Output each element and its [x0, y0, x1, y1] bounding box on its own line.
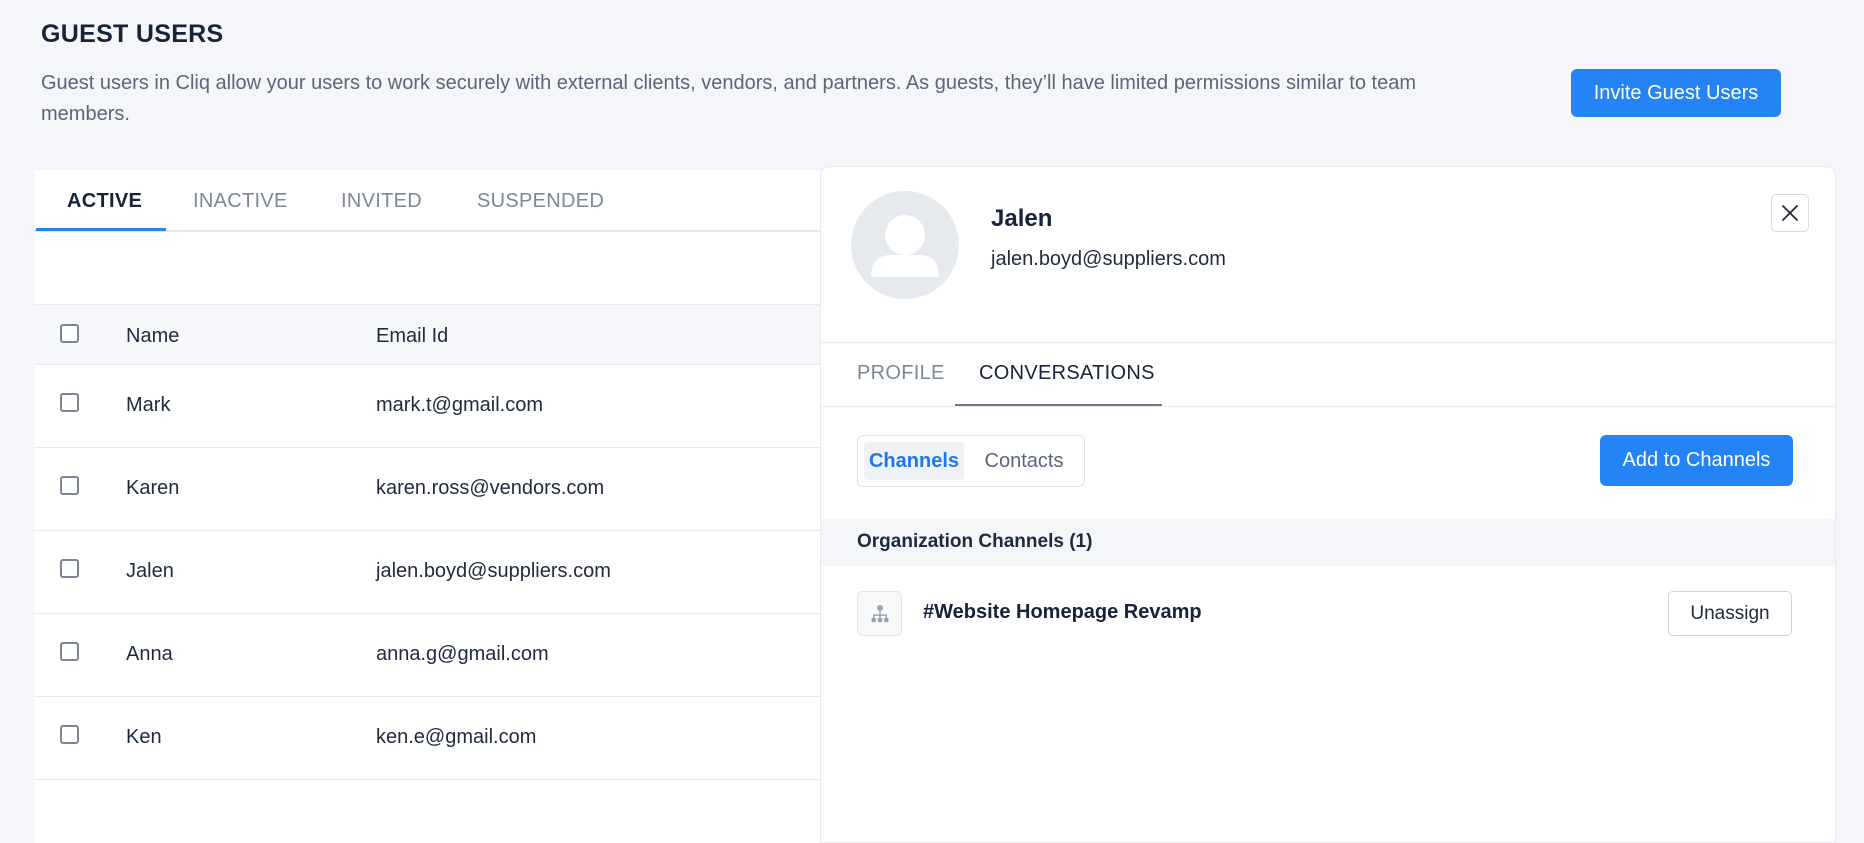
table-row[interactable]: Karen karen.ross@vendors.com	[34, 449, 820, 531]
segment-contacts[interactable]: Contacts	[970, 442, 1078, 480]
row-name: Jalen	[126, 560, 174, 582]
conversation-type-toggle: Channels Contacts	[857, 435, 1085, 487]
row-name: Ken	[126, 726, 162, 748]
row-name: Karen	[126, 477, 180, 499]
add-to-channels-button[interactable]: Add to Channels	[1600, 435, 1793, 486]
row-email: mark.t@gmail.com	[376, 394, 543, 416]
row-name: Anna	[126, 643, 173, 665]
tab-suspended[interactable]: SUSPENDED	[477, 190, 604, 213]
segment-channels[interactable]: Channels	[864, 442, 964, 480]
guest-users-list-panel: ACTIVE INACTIVE INVITED SUSPENDED Name E…	[34, 170, 820, 843]
invite-guest-users-button[interactable]: Invite Guest Users	[1571, 69, 1781, 117]
tab-conversations[interactable]: CONVERSATIONS	[979, 362, 1155, 385]
active-tab-indicator	[36, 228, 166, 231]
column-header-email: Email Id	[376, 325, 449, 347]
unassign-button[interactable]: Unassign	[1668, 591, 1792, 636]
close-icon	[1782, 205, 1798, 221]
detail-user-name: Jalen	[991, 205, 1053, 232]
table-row[interactable]: Anna anna.g@gmail.com	[34, 615, 820, 697]
close-button[interactable]	[1771, 194, 1809, 232]
tab-profile[interactable]: PROFILE	[857, 362, 945, 385]
tab-active[interactable]: ACTIVE	[67, 190, 142, 213]
row-checkbox[interactable]	[60, 476, 79, 495]
guest-detail-panel: Jalen jalen.boyd@suppliers.com PROFILE C…	[820, 166, 1836, 843]
tab-invited[interactable]: INVITED	[341, 190, 422, 213]
org-hierarchy-icon	[870, 604, 889, 622]
detail-tab-indicator	[955, 404, 1162, 406]
channel-name: #Website Homepage Revamp	[923, 601, 1202, 623]
row-checkbox[interactable]	[60, 393, 79, 412]
row-checkbox[interactable]	[60, 559, 79, 578]
page-title: GUEST USERS	[41, 20, 224, 48]
row-name: Mark	[126, 394, 171, 416]
table-row[interactable]: Mark mark.t@gmail.com	[34, 366, 820, 448]
row-checkbox[interactable]	[60, 642, 79, 661]
channel-list-item-icon	[857, 591, 902, 636]
detail-user-email: jalen.boyd@suppliers.com	[991, 248, 1226, 270]
table-row[interactable]: Ken ken.e@gmail.com	[34, 698, 820, 780]
row-email: karen.ross@vendors.com	[376, 477, 605, 499]
row-checkbox[interactable]	[60, 725, 79, 744]
detail-tabs: PROFILE CONVERSATIONS	[821, 342, 1835, 407]
page-description: Guest users in Cliq allow your users to …	[41, 72, 1417, 125]
table-row[interactable]: Jalen jalen.boyd@suppliers.com	[34, 532, 820, 614]
organization-channels-header: Organization Channels (1)	[821, 519, 1835, 566]
tab-inactive[interactable]: INACTIVE	[193, 190, 288, 213]
row-email: jalen.boyd@suppliers.com	[376, 560, 611, 582]
row-email: anna.g@gmail.com	[376, 643, 549, 665]
section-title: Organization Channels (1)	[857, 531, 1093, 552]
table-header: Name Email Id	[34, 304, 820, 365]
status-tabs: ACTIVE INACTIVE INVITED SUSPENDED	[34, 170, 820, 232]
user-avatar-icon	[851, 191, 959, 299]
select-all-checkbox[interactable]	[60, 324, 79, 343]
row-email: ken.e@gmail.com	[376, 726, 537, 748]
column-header-name: Name	[126, 325, 180, 347]
